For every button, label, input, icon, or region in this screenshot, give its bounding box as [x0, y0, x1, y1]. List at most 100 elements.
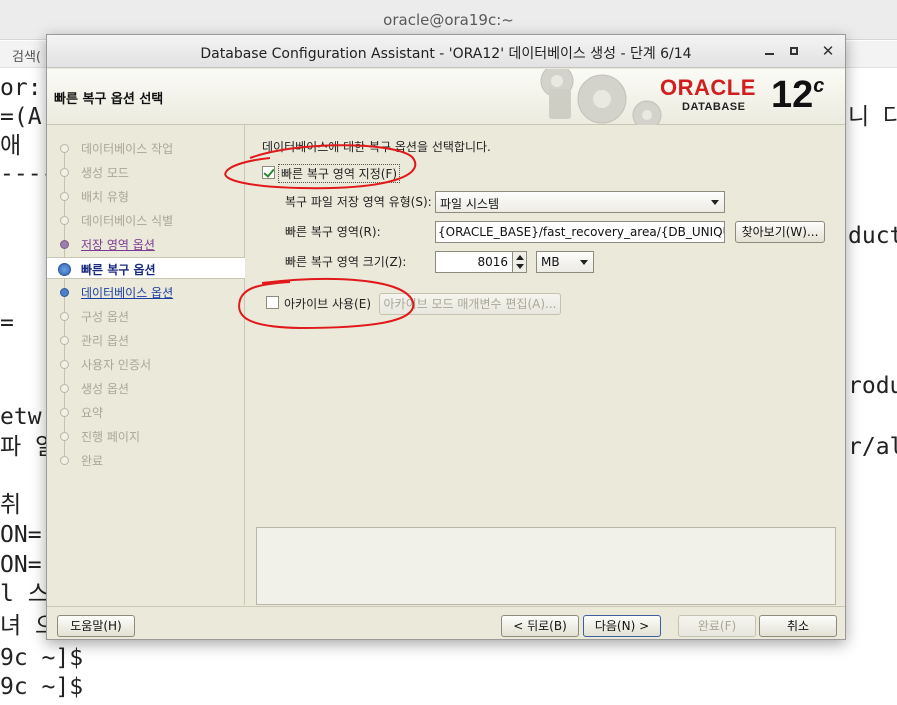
nav-step-item: 생성 모드: [47, 161, 245, 183]
archive-checkbox-row[interactable]: 아카이브 사용(E): [266, 294, 376, 312]
close-icon: ✕: [821, 42, 835, 60]
step-dot-icon: [60, 168, 69, 177]
storage-type-label: 복구 파일 저장 영역 유형(S):: [285, 195, 432, 209]
next-button[interactable]: 다음(N) >: [583, 615, 661, 637]
archive-checkbox-label[interactable]: 아카이브 사용(E): [284, 295, 371, 312]
version-number: 12: [771, 74, 814, 116]
nav-step-item: 완료: [47, 449, 245, 471]
browse-button[interactable]: 찾아보기(W)...: [735, 221, 825, 243]
archive-params-button[interactable]: 아카이브 모드 매개변수 편집(A)...: [379, 293, 561, 315]
nav-step-label: 빠른 복구 옵션: [81, 263, 156, 277]
step-dot-icon: [60, 408, 69, 417]
fra-size-unit-value: MB: [541, 255, 560, 269]
terminal-menu-search[interactable]: 검색(: [12, 46, 41, 65]
nav-step-label: 데이터베이스 옵션: [81, 286, 174, 300]
nav-step-item[interactable]: 저장 영역 옵션: [47, 233, 245, 255]
nav-step-label: 데이터베이스 작업: [81, 142, 174, 156]
terminal-line: 애: [0, 133, 22, 159]
terminal-line: 니 다: [848, 104, 897, 130]
step-dot-icon: [60, 144, 69, 153]
step-dot-icon: [60, 240, 69, 249]
step-dot-icon: [60, 336, 69, 345]
nav-step-label: 배치 유형: [81, 190, 129, 204]
dialog-title: Database Configuration Assistant - 'ORA1…: [200, 46, 692, 62]
fra-checkbox[interactable]: [262, 166, 275, 179]
step-title: 빠른 복구 옵션 선택: [54, 92, 164, 107]
fra-checkbox-label[interactable]: 빠른 복구 영역 지정(F): [278, 164, 401, 183]
fra-size-label: 빠른 복구 영역 크기(Z):: [285, 255, 407, 269]
spinner-buttons[interactable]: [512, 252, 526, 272]
nav-step-label: 생성 옵션: [81, 382, 129, 396]
step-navigation: 데이터베이스 작업생성 모드배치 유형데이터베이스 식별저장 영역 옵션빠른 복…: [47, 125, 245, 605]
terminal-line: duct: [848, 223, 897, 249]
archive-checkbox[interactable]: [266, 296, 279, 309]
fra-checkbox-row[interactable]: 빠른 복구 영역 지정(F): [262, 164, 422, 183]
step-dot-icon: [60, 360, 69, 369]
step-dot-icon: [60, 384, 69, 393]
dialog-footer: 도움말(H) < 뒤로(B) 다음(N) > 완료(F) 취소: [47, 606, 845, 640]
step-dot-icon: [60, 456, 69, 465]
oracle-logo: ORACLE DATABASE: [660, 77, 770, 119]
nav-step-label: 구성 옵션: [81, 310, 129, 324]
fra-location-input[interactable]: {ORACLE_BASE}/fast_recovery_area/{DB_UNI…: [435, 221, 725, 243]
spin-down-icon[interactable]: [516, 264, 524, 269]
dialog-titlebar[interactable]: Database Configuration Assistant - 'ORA1…: [47, 35, 845, 68]
nav-step-item: 관리 옵션: [47, 329, 245, 351]
panel-description: 데이터베이스에 대한 복구 옵션을 선택합니다.: [262, 140, 491, 154]
terminal-line: 9c ~]$: [0, 674, 84, 700]
oracle-wordmark: ORACLE: [660, 75, 756, 100]
help-button[interactable]: 도움말(H): [57, 615, 135, 637]
nav-step-label: 저장 영역 옵션: [81, 238, 155, 252]
gears-icon: [540, 69, 662, 125]
fra-location-label: 빠른 복구 영역(R):: [285, 225, 381, 239]
nav-step-label: 완료: [81, 454, 104, 468]
database-wordmark: DATABASE: [682, 101, 746, 113]
terminal-line: =(A: [0, 104, 42, 130]
step-dot-icon: [60, 192, 69, 201]
step-dot-icon: [60, 288, 69, 297]
maximize-button[interactable]: [784, 41, 804, 61]
nav-step-item: 사용자 인증서: [47, 353, 245, 375]
spin-up-icon[interactable]: [516, 255, 524, 260]
nav-step-label: 사용자 인증서: [81, 358, 152, 372]
nav-step-label: 진행 페이지: [81, 430, 141, 444]
version-suffix: c: [813, 75, 825, 97]
nav-step-label: 요약: [81, 406, 104, 420]
fra-size-unit-select[interactable]: MB: [536, 251, 594, 273]
back-button[interactable]: < 뒤로(B): [501, 615, 579, 637]
finish-button[interactable]: 완료(F): [678, 615, 756, 637]
terminal-line: etw: [0, 404, 42, 430]
fra-size-spinner[interactable]: 8016: [435, 251, 527, 273]
cancel-button[interactable]: 취소: [759, 615, 837, 637]
nav-step-item[interactable]: 데이터베이스 옵션: [47, 281, 245, 303]
nav-step-item[interactable]: 빠른 복구 옵션: [47, 257, 245, 279]
recovery-options-panel: 데이터베이스에 대한 복구 옵션을 선택합니다. 빠른 복구 영역 지정(F) …: [246, 125, 845, 605]
terminal-title: oracle@ora19c:~: [383, 11, 514, 29]
terminal-line: =: [0, 310, 14, 336]
terminal-line: rodu: [848, 373, 897, 399]
chevron-down-icon: [580, 260, 588, 265]
nav-step-item: 데이터베이스 식별: [47, 209, 245, 231]
storage-type-select[interactable]: 파일 시스템: [435, 191, 725, 213]
message-area: [256, 527, 836, 605]
nav-step-item: 생성 옵션: [47, 377, 245, 399]
nav-step-item: 구성 옵션: [47, 305, 245, 327]
step-header: 빠른 복구 옵션 선택 ORACLE DATABASE 12c: [47, 69, 845, 125]
maximize-icon: [790, 47, 798, 55]
chevron-down-icon: [711, 200, 719, 205]
terminal-line: l 스: [0, 581, 49, 607]
step-dot-icon: [60, 432, 69, 441]
step-dot-icon: [58, 263, 71, 276]
version-logo: 12c: [771, 75, 824, 115]
terminal-line: 취: [0, 492, 36, 518]
terminal-line: r/al: [848, 434, 897, 460]
terminal-line: 9c ~]$: [0, 645, 84, 671]
fra-size-value: 8016: [477, 255, 508, 269]
terminal-line: ON=: [0, 522, 42, 548]
step-dot-icon: [60, 312, 69, 321]
minimize-button[interactable]: [759, 41, 779, 61]
close-button[interactable]: ✕: [818, 41, 838, 61]
nav-step-item: 배치 유형: [47, 185, 245, 207]
nav-step-item: 진행 페이지: [47, 425, 245, 447]
terminal-line: ON=: [0, 552, 42, 578]
